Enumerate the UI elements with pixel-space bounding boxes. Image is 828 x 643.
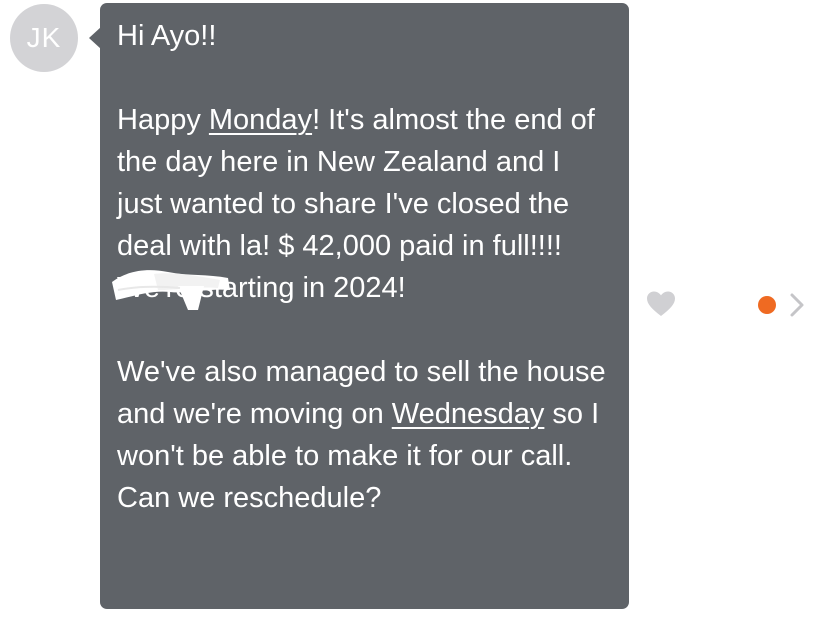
unread-dot-icon — [758, 296, 776, 314]
date-link-wednesday[interactable]: Wednesday — [392, 398, 545, 430]
redaction-scribble — [112, 270, 230, 310]
message-greeting: Hi Ayo!! — [117, 20, 217, 52]
message-text: Happy — [117, 104, 209, 136]
heart-icon[interactable] — [646, 290, 676, 318]
chevron-right-icon[interactable] — [788, 292, 806, 318]
date-link-monday[interactable]: Monday — [209, 104, 312, 136]
message-paragraph-2: We've also managed to sell the house and… — [117, 351, 613, 519]
redacted-word: la — [239, 230, 263, 262]
message-thread: JK Hi Ayo!! Happy Monday! It's almost th… — [0, 0, 828, 643]
avatar[interactable]: JK — [10, 4, 78, 72]
